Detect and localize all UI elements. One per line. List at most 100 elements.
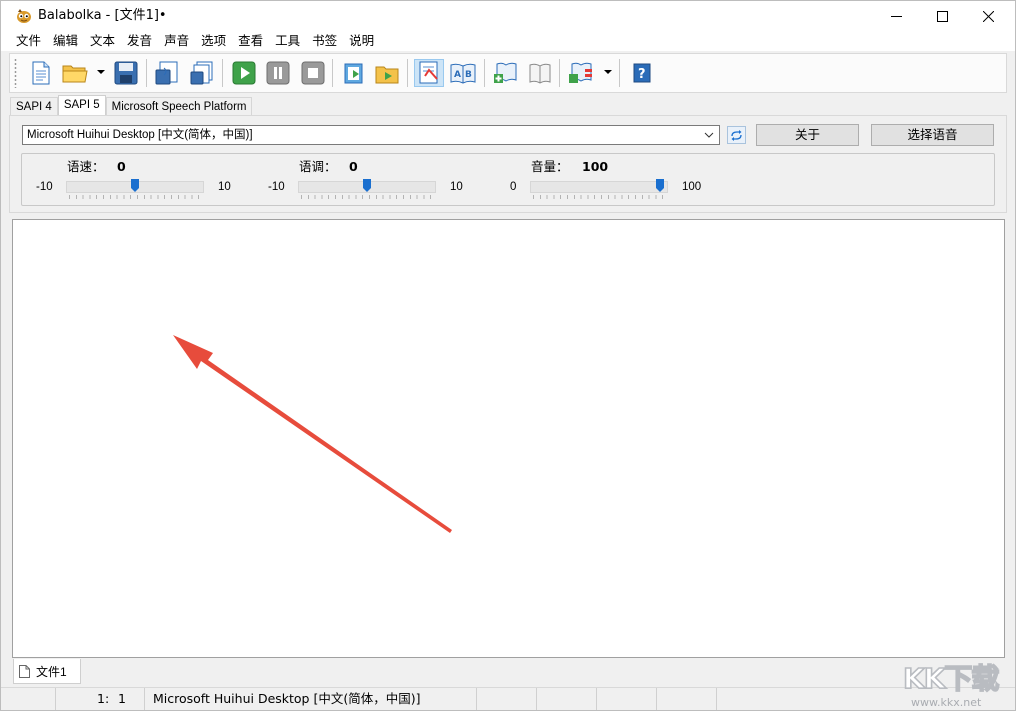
minimize-icon bbox=[890, 15, 902, 17]
toolbar-separator bbox=[332, 59, 333, 87]
menu-help[interactable]: 说明 bbox=[343, 31, 380, 51]
refresh-icon bbox=[731, 129, 742, 141]
maximize-icon bbox=[936, 10, 948, 22]
new-document-icon bbox=[32, 61, 50, 85]
volume-slider-ticks bbox=[533, 195, 666, 199]
volume-slider-track[interactable] bbox=[530, 181, 668, 193]
stop-icon bbox=[301, 61, 325, 85]
pitch-slider-thumb[interactable] bbox=[363, 179, 371, 192]
voice-panel: Microsoft Huihui Desktop [中文(简体，中国)] 关于 … bbox=[9, 115, 1007, 213]
kkx-watermark-logo: KK下载 www.kkx.net bbox=[902, 661, 1001, 709]
batch-files-icon bbox=[569, 62, 592, 83]
batch-dropdown-caret-icon[interactable] bbox=[604, 70, 612, 74]
svg-text:?: ? bbox=[638, 67, 646, 82]
svg-text:www.kkx.net: www.kkx.net bbox=[911, 696, 982, 709]
help-icon: ? bbox=[633, 63, 651, 83]
text-editor[interactable] bbox=[12, 219, 1005, 658]
batch-convert-button[interactable] bbox=[566, 59, 596, 87]
menu-voice[interactable]: 声音 bbox=[158, 31, 195, 51]
status-cell-empty bbox=[537, 688, 597, 710]
bookmark-book-icon bbox=[529, 63, 551, 84]
pitch-min-label: -10 bbox=[268, 181, 285, 193]
toolbar-separator bbox=[146, 59, 147, 87]
pitch-slider-ticks bbox=[301, 195, 434, 199]
svg-text:A: A bbox=[454, 70, 461, 80]
status-voice: Microsoft Huihui Desktop [中文(简体，中国)] bbox=[145, 688, 477, 710]
rate-value: 0 bbox=[117, 159, 126, 174]
read-file-button[interactable] bbox=[373, 59, 403, 87]
menu-options[interactable]: 选项 bbox=[195, 31, 232, 51]
spell-check-button[interactable] bbox=[414, 59, 444, 87]
toolbar-separator bbox=[407, 59, 408, 87]
tab-speech-platform[interactable]: Microsoft Speech Platform bbox=[105, 97, 253, 116]
document-icon bbox=[19, 664, 30, 678]
toolbar: A B ? bbox=[9, 53, 1007, 93]
add-bookmark-button[interactable] bbox=[491, 59, 521, 87]
about-voice-button[interactable]: 关于 bbox=[756, 124, 859, 146]
close-button[interactable] bbox=[965, 1, 1011, 31]
document-tabs: 文件1 bbox=[12, 659, 1005, 685]
menu-view[interactable]: 查看 bbox=[232, 31, 269, 51]
voice-select[interactable]: Microsoft Huihui Desktop [中文(简体，中国)] bbox=[22, 125, 720, 145]
menu-bookmarks[interactable]: 书签 bbox=[306, 31, 343, 51]
refresh-voices-button[interactable] bbox=[727, 126, 746, 144]
volume-min-label: 0 bbox=[510, 181, 517, 193]
voice-select-value: Microsoft Huihui Desktop [中文(简体，中国)] bbox=[27, 129, 253, 141]
help-button[interactable]: ? bbox=[627, 59, 657, 87]
voice-settings-group: 语速： 0 -10 10 语调： 0 -10 10 音量： 100 0 100 bbox=[21, 153, 995, 206]
menu-edit[interactable]: 编辑 bbox=[47, 31, 84, 51]
maximize-button[interactable] bbox=[919, 1, 965, 31]
folder-icon bbox=[62, 65, 88, 83]
read-file-icon bbox=[375, 66, 399, 84]
status-column: 1 bbox=[118, 691, 126, 706]
volume-value: 100 bbox=[582, 159, 609, 174]
app-window: Balabolka - [文件1]• 文件 编辑 文本 发音 声音 选项 查看 … bbox=[0, 0, 1016, 711]
document-tab-label: 文件1 bbox=[36, 664, 67, 679]
document-tab[interactable]: 文件1 bbox=[13, 659, 81, 684]
save-audio-button[interactable] bbox=[152, 59, 182, 87]
balabolka-app-icon bbox=[15, 8, 33, 24]
new-document-button[interactable] bbox=[26, 59, 56, 87]
rate-slider-ticks bbox=[69, 195, 202, 199]
save-button[interactable] bbox=[111, 59, 141, 87]
read-clipboard-button[interactable] bbox=[339, 59, 369, 87]
menu-file[interactable]: 文件 bbox=[10, 31, 47, 51]
tab-sapi5[interactable]: SAPI 5 bbox=[57, 95, 106, 116]
toolbar-separator bbox=[484, 59, 485, 87]
stop-button[interactable] bbox=[298, 59, 328, 87]
minimize-button[interactable] bbox=[873, 1, 919, 31]
select-voice-button[interactable]: 选择语音 bbox=[871, 124, 994, 146]
spell-check-icon bbox=[419, 61, 438, 84]
menu-text[interactable]: 文本 bbox=[84, 31, 121, 51]
menu-pronunciation[interactable]: 发音 bbox=[121, 31, 158, 51]
open-file-button[interactable] bbox=[60, 59, 90, 87]
menu-tools[interactable]: 工具 bbox=[269, 31, 306, 51]
play-icon bbox=[232, 61, 256, 85]
bookmark-list-button[interactable] bbox=[525, 59, 555, 87]
rate-max-label: 10 bbox=[218, 181, 231, 193]
chevron-down-icon bbox=[704, 132, 714, 138]
status-cell-empty bbox=[477, 688, 537, 710]
status-line: 1: bbox=[97, 691, 110, 706]
rate-slider-thumb[interactable] bbox=[131, 179, 139, 192]
volume-slider-thumb[interactable] bbox=[656, 179, 664, 192]
pause-button[interactable] bbox=[263, 59, 293, 87]
open-dropdown-caret-icon[interactable] bbox=[97, 70, 105, 74]
rate-label: 语速： bbox=[67, 159, 105, 174]
add-bookmark-icon bbox=[494, 62, 517, 83]
abbreviations-button[interactable]: A B bbox=[448, 59, 478, 87]
rate-min-label: -10 bbox=[36, 181, 53, 193]
split-save-audio-button[interactable] bbox=[187, 59, 217, 87]
svg-text:B: B bbox=[465, 70, 472, 80]
close-icon bbox=[982, 10, 994, 22]
status-bar: 1: 1 Microsoft Huihui Desktop [中文(简体，中国)… bbox=[1, 687, 1015, 710]
volume-label: 音量： bbox=[531, 159, 569, 174]
pitch-value: 0 bbox=[349, 159, 358, 174]
toolbar-grip[interactable] bbox=[14, 58, 17, 88]
tab-sapi4[interactable]: SAPI 4 bbox=[10, 97, 58, 116]
status-cell-empty bbox=[597, 688, 657, 710]
play-button[interactable] bbox=[229, 59, 259, 87]
ab-book-icon: A B bbox=[450, 63, 476, 84]
title-bar[interactable]: Balabolka - [文件1]• bbox=[1, 1, 1015, 31]
split-audio-icon bbox=[190, 61, 213, 85]
